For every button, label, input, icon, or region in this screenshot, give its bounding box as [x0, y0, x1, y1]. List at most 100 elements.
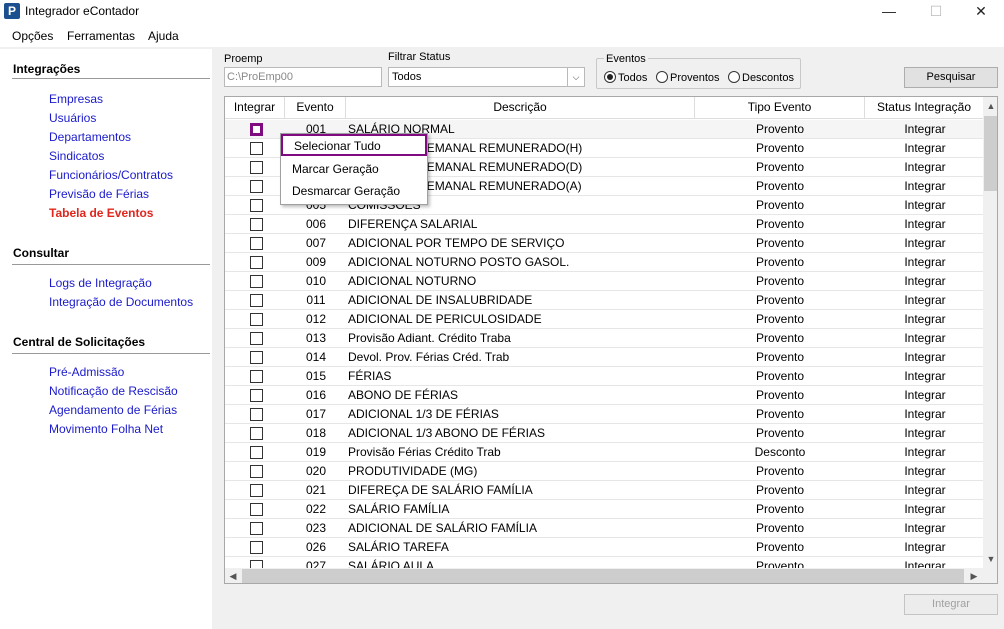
integrar-checkbox[interactable]	[250, 142, 263, 155]
integrar-checkbox[interactable]	[250, 351, 263, 364]
status-cell: Integrar	[904, 255, 946, 269]
integrar-checkbox[interactable]	[250, 237, 263, 250]
status-cell: Integrar	[904, 160, 946, 174]
vertical-scroll-thumb[interactable]	[984, 116, 997, 191]
descricao-cell: Provisão Férias Crédito Trab	[348, 445, 501, 459]
evento-cell: 010	[305, 274, 327, 288]
integrar-checkbox[interactable]	[250, 161, 263, 174]
pesquisar-button[interactable]: Pesquisar	[904, 67, 998, 88]
sidebar-item[interactable]: Previsão de Férias	[49, 187, 149, 201]
col-tipo-evento[interactable]: Tipo Evento	[695, 97, 865, 119]
radio-descontos[interactable]: Descontos	[728, 71, 794, 84]
scroll-right-icon[interactable]: ▶	[966, 568, 982, 583]
sidebar-item[interactable]: Pré-Admissão	[49, 365, 124, 379]
integrar-checkbox[interactable]	[250, 389, 263, 402]
table-row[interactable]: 022 SALÁRIO FAMÍLIA Provento Integrar	[225, 500, 983, 519]
menu-ferramentas[interactable]: Ferramentas	[67, 29, 135, 43]
integrar-checkbox[interactable]	[250, 541, 263, 554]
sidebar-item[interactable]: Sindicatos	[49, 149, 104, 163]
sidebar-item[interactable]: Funcionários/Contratos	[49, 168, 173, 182]
sidebar-item[interactable]: Departamentos	[49, 130, 131, 144]
sidebar-item[interactable]: Usuários	[49, 111, 96, 125]
radio-proventos[interactable]: Proventos	[656, 71, 720, 84]
table-row[interactable]: 013 Provisão Adiant. Crédito Traba Provent…	[225, 329, 983, 348]
radio-descontos-label: Descontos	[742, 72, 794, 84]
app-logo-icon: P	[4, 3, 20, 19]
status-filter-select[interactable]: Todos ⌵	[388, 67, 585, 87]
sidebar-item[interactable]: Integração de Documentos	[49, 295, 193, 309]
horizontal-scrollbar[interactable]: ◀ ▶	[225, 568, 983, 583]
sidebar-item[interactable]: Notificação de Rescisão	[49, 384, 178, 398]
integrar-checkbox[interactable]	[250, 408, 263, 421]
integrar-checkbox[interactable]	[250, 503, 263, 516]
integrar-checkbox[interactable]	[250, 218, 263, 231]
table-row[interactable]: 019 Provisão Férias Crédito Trab Desconto I…	[225, 443, 983, 462]
horizontal-scroll-thumb[interactable]	[242, 569, 964, 583]
sidebar-item[interactable]: Tabela de Eventos	[49, 206, 153, 220]
table-row[interactable]: 023 ADICIONAL DE SALÁRIO FAMÍLIA Provento I…	[225, 519, 983, 538]
integrar-checkbox[interactable]	[250, 484, 263, 497]
table-row[interactable]: 020 PRODUTIVIDADE (MG) Provento Integrar	[225, 462, 983, 481]
close-icon[interactable]: ✕	[958, 0, 1004, 24]
integrar-button[interactable]: Integrar	[904, 594, 998, 615]
scroll-left-icon[interactable]: ◀	[225, 568, 241, 583]
table-row[interactable]: 011 ADICIONAL DE INSALUBRIDADE Provento Int…	[225, 291, 983, 310]
descricao-cell: ADICIONAL 1/3 DE FÉRIAS	[348, 407, 499, 421]
integrar-checkbox[interactable]	[250, 465, 263, 478]
integrar-checkbox[interactable]	[250, 180, 263, 193]
table-row[interactable]: 026 SALÁRIO TAREFA Provento Integrar	[225, 538, 983, 557]
integrar-checkbox[interactable]	[250, 199, 263, 212]
radio-todos[interactable]: Todos	[604, 71, 647, 84]
table-row[interactable]: 021 DIFEREÇA DE SALÁRIO FAMÍLIA Provento In…	[225, 481, 983, 500]
sidebar-item[interactable]: Agendamento de Férias	[49, 403, 177, 417]
evento-cell: 022	[305, 502, 327, 516]
col-status-integracao[interactable]: Status Integração	[865, 97, 983, 119]
col-descricao[interactable]: Descrição	[346, 97, 695, 119]
menu-marcar-geracao[interactable]: Marcar Geração	[281, 159, 427, 181]
integrar-checkbox[interactable]	[250, 446, 263, 459]
menu-opcoes[interactable]: Opções	[12, 29, 53, 43]
proemp-input[interactable]: C:\ProEmp00	[224, 67, 382, 87]
vertical-scrollbar[interactable]: ▲ ▼	[983, 97, 997, 568]
col-evento[interactable]: Evento	[285, 97, 346, 119]
integrar-checkbox[interactable]	[250, 294, 263, 307]
table-row[interactable]: 009 ADICIONAL NOTURNO POSTO GASOL. Provent…	[225, 253, 983, 272]
maximize-icon[interactable]: ☐	[913, 0, 959, 24]
integrar-checkbox[interactable]	[250, 370, 263, 383]
table-row[interactable]: 006 DIFERENÇA SALARIAL Provento Integrar	[225, 215, 983, 234]
table-row[interactable]: 010 ADICIONAL NOTURNO Provento Integrar	[225, 272, 983, 291]
scroll-down-icon[interactable]: ▼	[983, 551, 997, 568]
integrar-checkbox[interactable]	[250, 123, 263, 136]
table-row[interactable]: 007 ADICIONAL POR TEMPO DE SERVIÇO Provent…	[225, 234, 983, 253]
integrar-checkbox[interactable]	[250, 313, 263, 326]
menu-selecionar-tudo[interactable]: Selecionar Tudo	[281, 134, 427, 156]
tipo-evento-cell: Provento	[755, 407, 805, 421]
table-row[interactable]: 015 FÉRIAS Provento Integrar	[225, 367, 983, 386]
sidebar-item[interactable]: Empresas	[49, 92, 103, 106]
descricao-cell: ADICIONAL POR TEMPO DE SERVIÇO	[348, 236, 565, 250]
table-row[interactable]: 018 ADICIONAL 1/3 ABONO DE FÉRIAS Provento…	[225, 424, 983, 443]
descricao-cell: SALÁRIO AULA	[348, 559, 435, 568]
pesquisar-label: Pesquisar	[926, 71, 976, 83]
table-row[interactable]: 017 ADICIONAL 1/3 DE FÉRIAS Provento Integr…	[225, 405, 983, 424]
status-cell: Integrar	[904, 502, 946, 516]
tipo-evento-cell: Provento	[755, 502, 805, 516]
integrar-checkbox[interactable]	[250, 522, 263, 535]
integrar-checkbox[interactable]	[250, 427, 263, 440]
integrar-checkbox[interactable]	[250, 275, 263, 288]
sidebar-item[interactable]: Logs de Integração	[49, 276, 152, 290]
integrar-checkbox[interactable]	[250, 256, 263, 269]
table-row[interactable]: 027 SALÁRIO AULA Provento Integrar	[225, 557, 983, 568]
chevron-down-icon[interactable]: ⌵	[567, 68, 584, 86]
menu-ajuda[interactable]: Ajuda	[148, 29, 179, 43]
minimize-icon[interactable]: —	[866, 0, 912, 24]
table-row[interactable]: 016 ABONO DE FÉRIAS Provento Integrar	[225, 386, 983, 405]
integrar-checkbox[interactable]	[250, 332, 263, 345]
table-row[interactable]: 012 ADICIONAL DE PERICULOSIDADE Provento In…	[225, 310, 983, 329]
col-integrar[interactable]: Integrar	[225, 97, 285, 119]
scroll-up-icon[interactable]: ▲	[983, 98, 997, 115]
integrar-checkbox[interactable]	[250, 560, 263, 568]
sidebar-item[interactable]: Movimento Folha Net	[49, 422, 163, 436]
menu-desmarcar-geracao[interactable]: Desmarcar Geração	[281, 181, 427, 203]
table-row[interactable]: 014 Devol. Prov. Férias Créd. Trab Provent…	[225, 348, 983, 367]
